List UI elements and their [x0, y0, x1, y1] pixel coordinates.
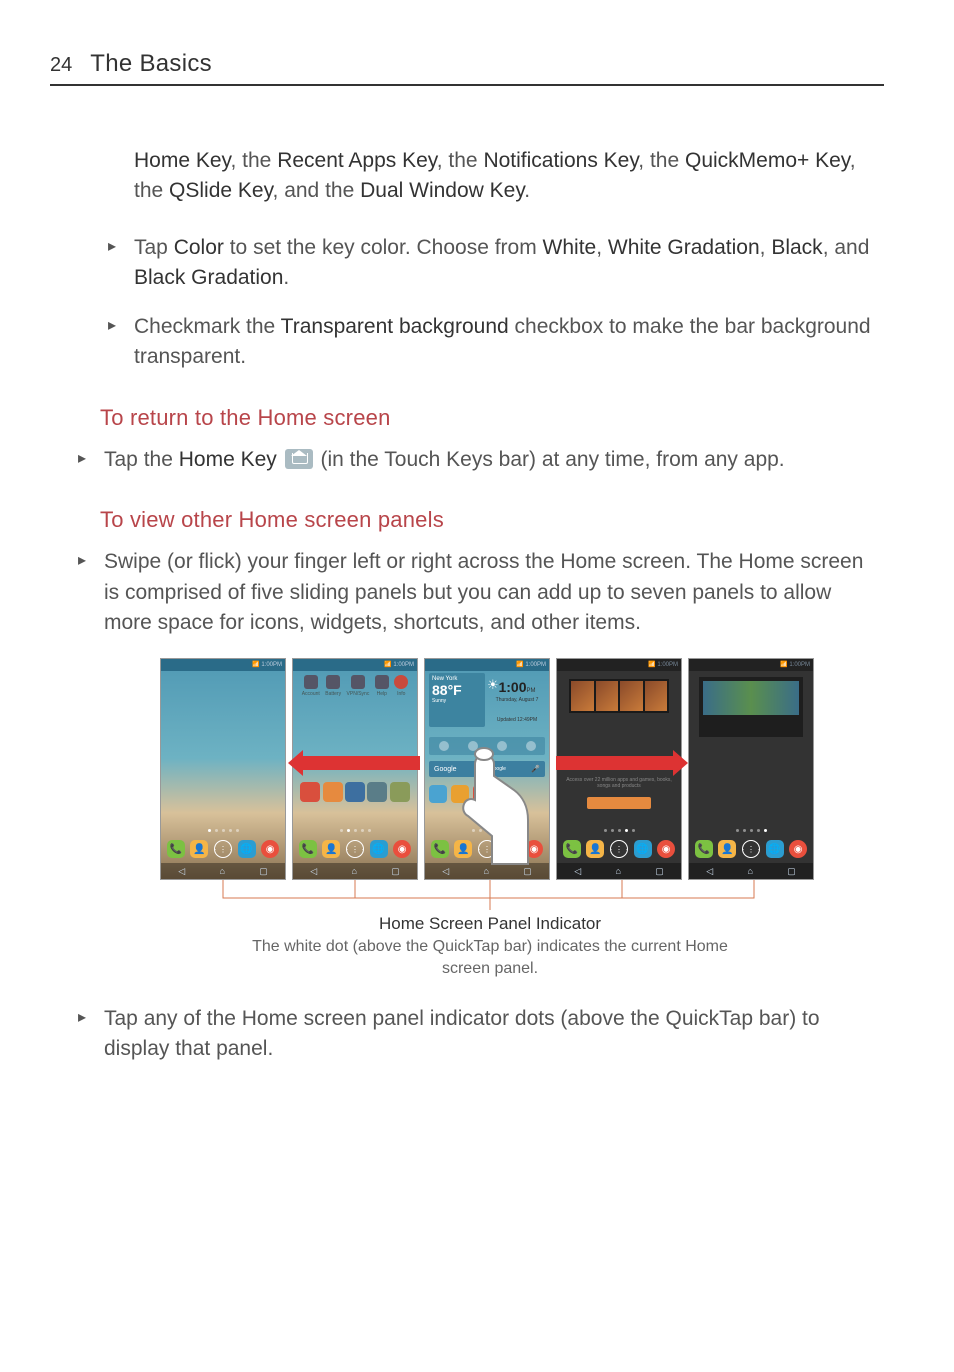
- caption-description: The white dot (above the QuickTap bar) i…: [230, 936, 750, 979]
- contacts-icon: 👤: [586, 840, 604, 858]
- phone-icon: 📞: [167, 840, 185, 858]
- signal-icon: 📶: [384, 662, 391, 668]
- page-number: 24: [50, 54, 72, 77]
- chrome-icon: ◉: [657, 840, 675, 858]
- weather-widget: New York 88°F Sunny: [429, 673, 485, 727]
- home-icon: ⌂: [219, 866, 224, 876]
- quicktap-bar: 📞 👤 ⋮⋮⋮ 🌐 ◉: [296, 837, 414, 861]
- panel5-card: [699, 677, 803, 737]
- widget-row-2: [299, 779, 411, 805]
- bullet-transparent: Checkmark the Transparent background che…: [100, 312, 874, 373]
- panel-indicator: [161, 825, 285, 835]
- heading-return-home: To return to the Home screen: [100, 405, 874, 431]
- apps-icon: ⋮⋮⋮: [346, 840, 364, 858]
- heading-other-panels: To view other Home screen panels: [100, 507, 874, 533]
- browser-icon: 🌐: [634, 840, 652, 858]
- home-panels-figure: 📶 1:00PM 📞 👤 ⋮⋮⋮ 🌐 ◉ ◁ ⌂ ▢ 📶 1:00PM: [160, 658, 820, 979]
- browser-icon: 🌐: [370, 840, 388, 858]
- status-bar: 📶 1:00PM: [425, 659, 549, 671]
- signal-icon: 📶: [780, 662, 787, 668]
- phone-icon: 📞: [695, 840, 713, 858]
- phone-icon: 📞: [563, 840, 581, 858]
- chrome-icon: ◉: [261, 840, 279, 858]
- quicktap-bar: 📞 👤 ⋮⋮⋮ 🌐 ◉: [164, 837, 282, 861]
- signal-icon: 📶: [648, 662, 655, 668]
- status-bar: 📶 1:00PM: [689, 659, 813, 671]
- home-key-icon: [285, 449, 313, 469]
- phone-icon: 📞: [299, 840, 317, 858]
- status-bar: 📶 1:00PM: [161, 659, 285, 671]
- browser-icon: 🌐: [766, 840, 784, 858]
- chrome-icon: ◉: [789, 840, 807, 858]
- browser-icon: 🌐: [238, 840, 256, 858]
- touch-keys: ◁⌂▢: [689, 863, 813, 879]
- apps-icon: ⋮⋮⋮: [214, 840, 232, 858]
- caption-title: Home Screen Panel Indicator: [160, 914, 820, 934]
- apps-icon: ⋮⋮⋮: [610, 840, 628, 858]
- signal-icon: 📶: [252, 662, 259, 668]
- contacts-icon: 👤: [322, 840, 340, 858]
- signal-icon: 📶: [516, 662, 523, 668]
- panel-indicator: [557, 825, 681, 835]
- touch-keys: ◁⌂▢: [557, 863, 681, 879]
- amazon-subtitle: Access over 22 million apps and games, b…: [565, 777, 673, 789]
- figure-connectors: [160, 880, 820, 908]
- back-icon: ◁: [178, 866, 185, 877]
- figure-caption: Home Screen Panel Indicator The white do…: [160, 914, 820, 979]
- intro-paragraph: Home Key, the Recent Apps Key, the Notif…: [100, 146, 874, 207]
- touch-keys: ◁ ⌂ ▢: [161, 863, 285, 879]
- widget-grid: Account Battery VPN/Sync Help Info: [299, 675, 411, 697]
- clock-widget: 1:00PM Thursday, August 7 Updated 12:49P…: [489, 679, 545, 723]
- apps-icon: ⋮⋮⋮: [742, 840, 760, 858]
- panel-5: 📶 1:00PM 📞 👤 ⋮⋮⋮ 🌐 ◉ ◁⌂▢: [688, 658, 814, 880]
- bullet-color: Tap Color to set the key color. Choose f…: [100, 233, 874, 294]
- pointing-hand-icon: [444, 746, 536, 866]
- touch-keys: ◁⌂▢: [293, 863, 417, 879]
- chapter-title: The Basics: [90, 50, 212, 78]
- swipe-arrow-left-icon: [302, 756, 420, 770]
- status-bar: 📶 1:00PM: [557, 659, 681, 671]
- amazon-thumbnails: [569, 679, 669, 713]
- bullet-home-key: Tap the Home Key (in the Touch Keys bar)…: [70, 445, 874, 475]
- page-header: 24 The Basics: [50, 50, 884, 86]
- bullet-tap-indicator: Tap any of the Home screen panel indicat…: [70, 1004, 874, 1065]
- panel-indicator: [293, 825, 417, 835]
- contacts-icon: 👤: [190, 840, 208, 858]
- chrome-icon: ◉: [393, 840, 411, 858]
- panel-indicator: [689, 825, 813, 835]
- swipe-arrow-right-icon: [556, 756, 674, 770]
- panel-1: 📶 1:00PM 📞 👤 ⋮⋮⋮ 🌐 ◉ ◁ ⌂ ▢: [160, 658, 286, 880]
- bullet-swipe: Swipe (or flick) your finger left or rig…: [70, 547, 874, 638]
- quicktap-bar: 📞 👤 ⋮⋮⋮ 🌐 ◉: [560, 837, 678, 861]
- amazon-button: [587, 797, 651, 809]
- status-bar: 📶 1:00PM: [293, 659, 417, 671]
- contacts-icon: 👤: [718, 840, 736, 858]
- quicktap-bar: 📞 👤 ⋮⋮⋮ 🌐 ◉: [692, 837, 810, 861]
- recent-icon: ▢: [259, 866, 268, 877]
